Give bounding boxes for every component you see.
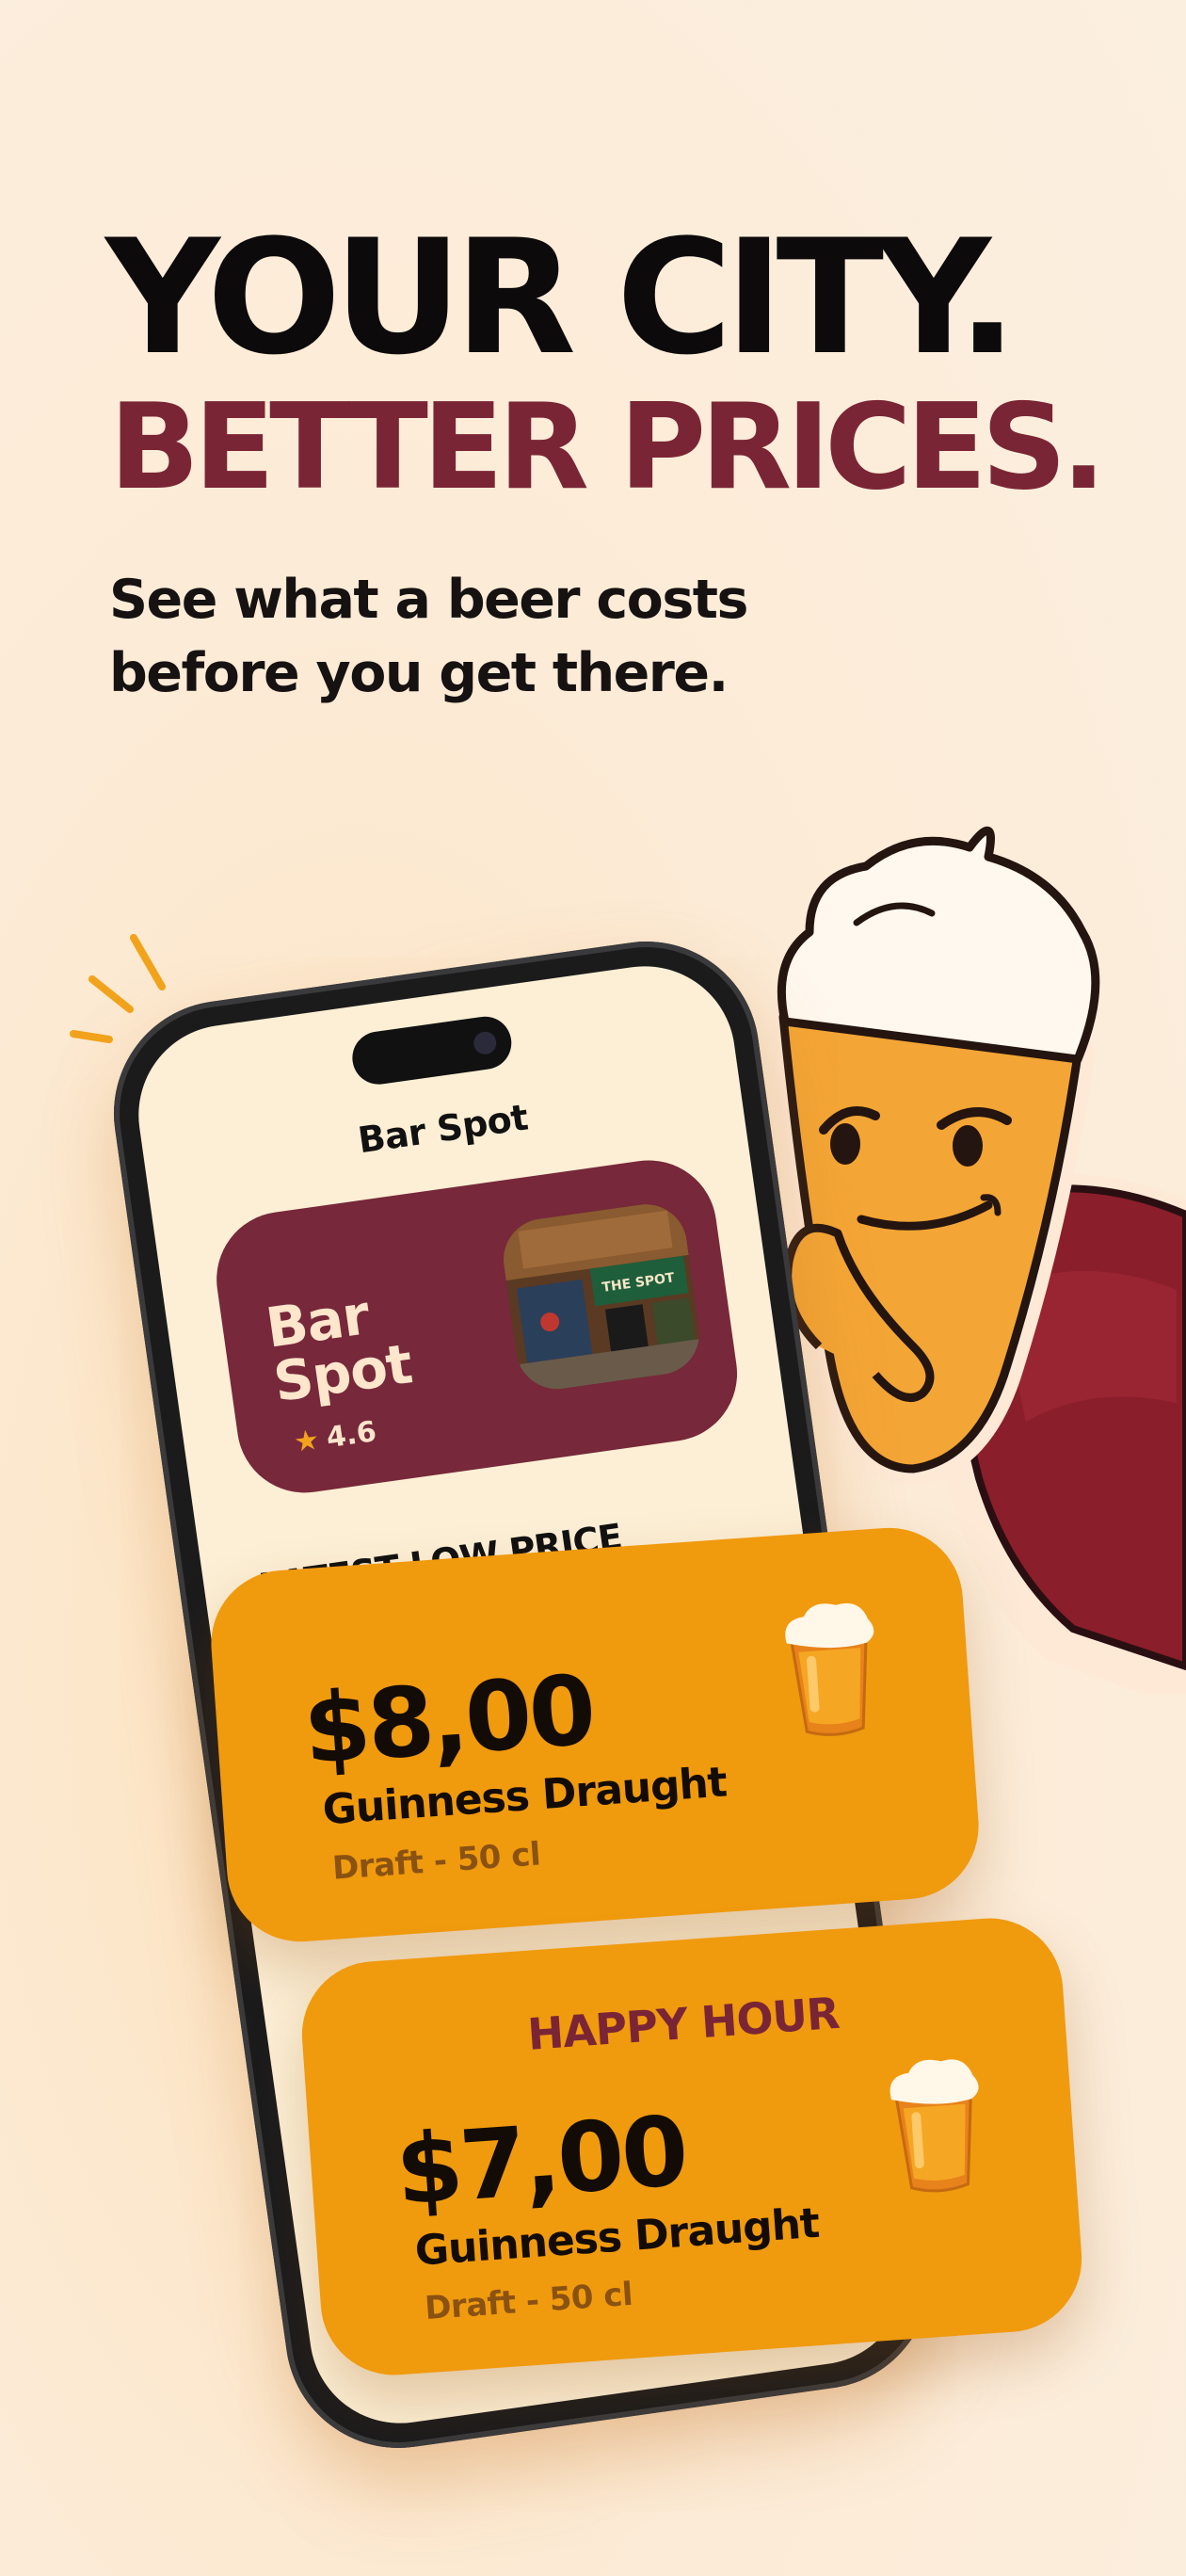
price-card-happy-hour[interactable]: HAPPY HOUR $7,00 Guinness Draught Draft … — [296, 1913, 1087, 2380]
bar-photo: THE SPOT — [498, 1199, 705, 1394]
bar-card[interactable]: Bar Spot ★ 4.6 THE SPOT — [207, 1151, 746, 1502]
price-card-latest[interactable]: $8,00 Guinness Draught Draft - 50 cl — [206, 1522, 984, 1947]
star-icon: ★ — [291, 1423, 322, 1459]
bar-name: Bar Spot — [262, 1282, 416, 1415]
subtitle: See what a beer costs before you get the… — [109, 569, 748, 704]
beer-glass-icon — [890, 2059, 979, 2193]
rating-value: 4.6 — [324, 1415, 379, 1456]
bar-rating: ★ 4.6 — [292, 1415, 378, 1459]
price-value: $8,00 — [299, 1654, 597, 1787]
beer-glass-icon — [785, 1602, 874, 1736]
price-value: $7,00 — [392, 2095, 690, 2228]
headline-line-2: BETTER PRICES. — [109, 378, 1106, 516]
headline-line-1: YOUR CITY. — [105, 205, 1018, 390]
dynamic-island — [348, 1013, 515, 1088]
serving-info: Draft - 50 cl — [423, 2275, 634, 2328]
serving-info: Draft - 50 cl — [330, 1835, 542, 1888]
camera-icon — [472, 1030, 498, 1056]
